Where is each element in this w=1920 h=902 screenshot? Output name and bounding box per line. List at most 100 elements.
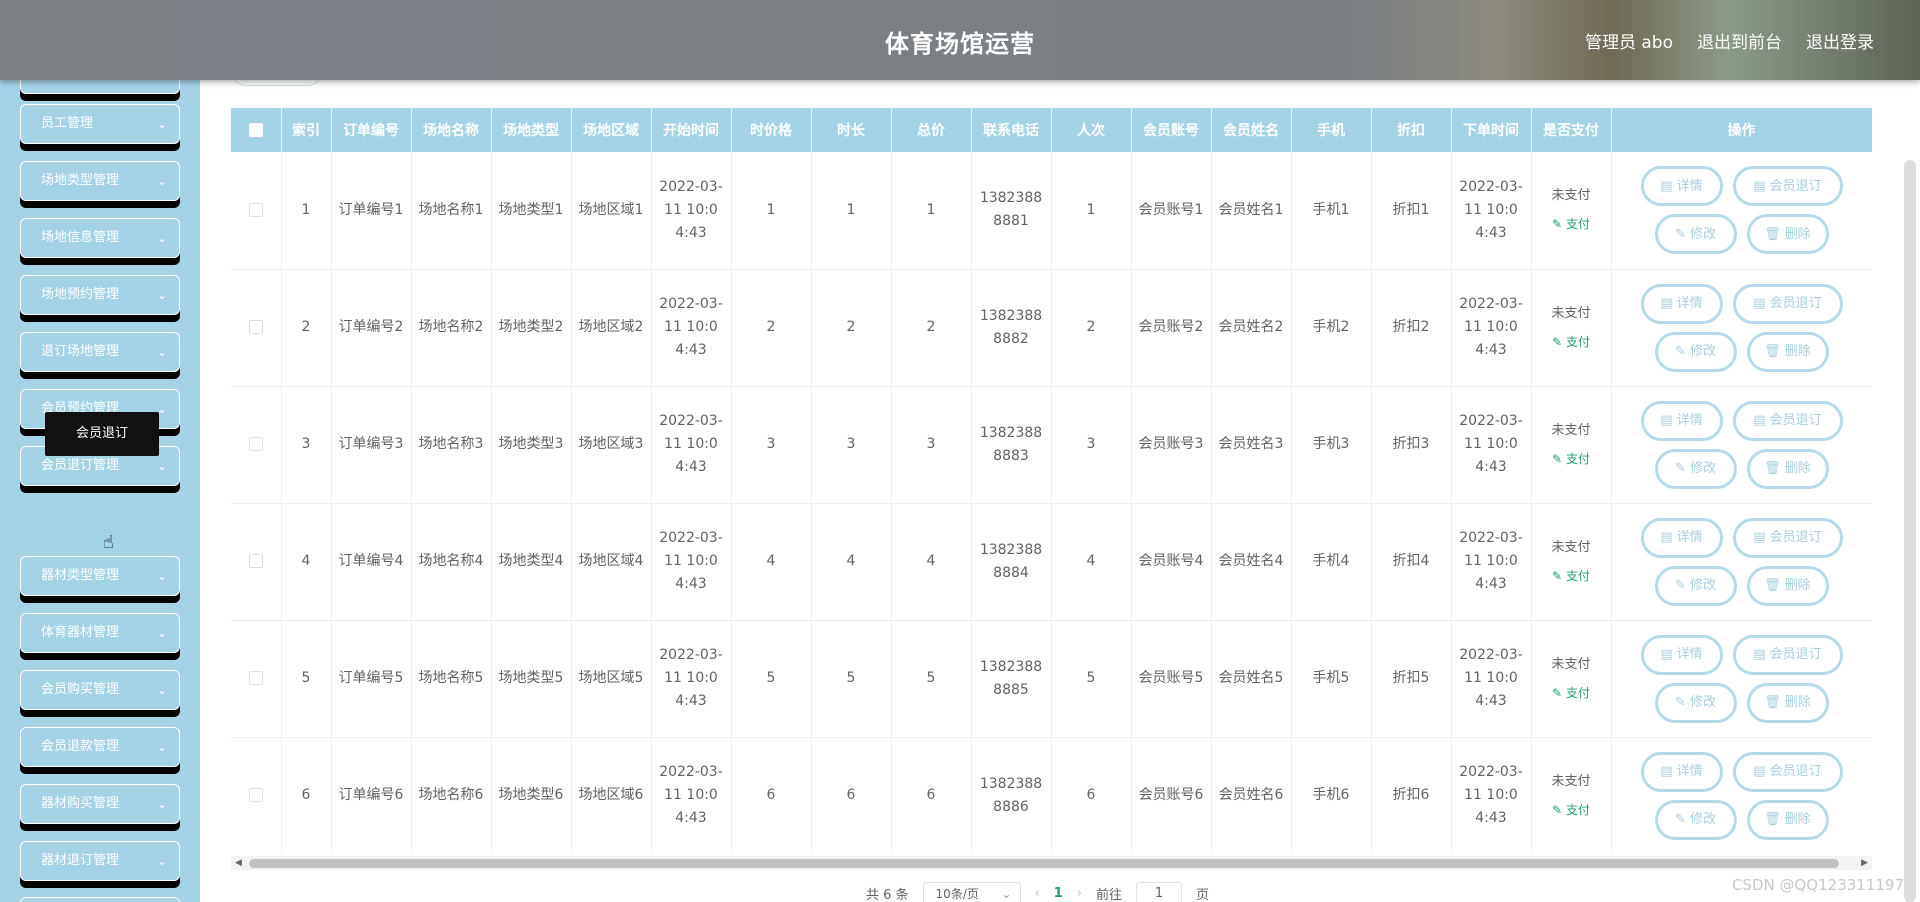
chevron-down-icon: ⌄ [156, 797, 167, 811]
sidebar-item[interactable]: 器材退订管理 ⌄ [20, 841, 180, 881]
detail-icon: ▤ [1660, 647, 1673, 662]
pay-status: 未支付 [1551, 188, 1591, 204]
cell-mobile: 手机4 [1291, 503, 1372, 621]
scroll-left-icon[interactable]: ◀ [235, 856, 242, 870]
sidebar-item[interactable]: 退订场地管理 ⌄ [20, 332, 180, 372]
delete-button-label: 删除 [1784, 695, 1811, 710]
pay-link[interactable]: ✎ 支付 [1552, 448, 1590, 471]
row-checkbox[interactable] [248, 671, 263, 685]
pay-link[interactable]: ✎ 支付 [1552, 213, 1590, 236]
total-count: 共 6 条 [866, 887, 909, 902]
delete-button[interactable]: 🗑 删除 [1746, 214, 1829, 255]
member-cancel-button[interactable]: ▤ 会员退订 [1732, 283, 1843, 324]
sidebar-item-partial[interactable] [20, 897, 180, 902]
pay-link[interactable]: ✎ 支付 [1552, 682, 1590, 705]
cell-name: 场地名称4 [411, 503, 492, 621]
cell-start: 2022-03-11 10:04:43 [651, 503, 732, 621]
data-table: 索引 订单编号 场地名称 场地类型 场地区域 开始时间 时价格 时长 总价 联系电话 人次 会员账号会… [231, 108, 1872, 853]
member-cancel-button[interactable]: ▤ 会员退订 [1732, 517, 1843, 558]
sidebar-item-label: 场地类型管理 [41, 173, 120, 188]
next-page-icon[interactable]: › [1077, 886, 1082, 901]
pay-link[interactable]: ✎ 支付 [1552, 565, 1590, 588]
member-cancel-button[interactable]: ▤ 会员退订 [1732, 400, 1843, 441]
goto-page-input[interactable]: 1 [1136, 882, 1183, 902]
scroll-right-icon[interactable]: ▶ [1861, 856, 1868, 870]
sidebar-item[interactable]: 场地类型管理 ⌄ [20, 161, 180, 201]
pagination: 共 6 条 10条/页 ⌄ ‹ 1 › 前往 1 页 [866, 882, 1209, 902]
delete-button[interactable]: 🗑 删除 [1746, 682, 1829, 723]
edit-button[interactable]: ✎ 修改 [1654, 682, 1737, 723]
pay-link[interactable]: ✎ 支付 [1552, 331, 1590, 354]
sidebar-item[interactable]: 会员退款管理 ⌄ [20, 727, 180, 767]
sidebar-item[interactable]: 器材类型管理 ⌄ [20, 556, 180, 596]
page-size-select[interactable]: 10条/页 ⌄ [922, 882, 1021, 902]
prev-page-icon[interactable]: ‹ [1035, 886, 1040, 901]
row-checkbox[interactable] [248, 437, 263, 451]
logout-link[interactable]: 退出登录 [1806, 28, 1874, 53]
cell-acct: 会员账号4 [1131, 503, 1212, 621]
edit-button[interactable]: ✎ 修改 [1654, 331, 1737, 372]
cell-acct: 会员账号3 [1131, 386, 1212, 504]
detail-button[interactable]: ▤ 详情 [1640, 517, 1723, 558]
member-cancel-button[interactable]: ▤ 会员退订 [1732, 751, 1843, 792]
exit-to-front-link[interactable]: 退出到前台 [1697, 28, 1782, 53]
detail-icon: ▤ [1660, 178, 1673, 194]
member-cancel-button-label: 会员退订 [1769, 764, 1822, 779]
sidebar-item-hidden[interactable] [20, 80, 180, 94]
sidebar-item-label: 器材退订管理 [41, 853, 120, 868]
row-checkbox[interactable] [248, 788, 263, 802]
cell-mobile: 手机3 [1291, 386, 1372, 504]
member-cancel-button[interactable]: ▤ 会员退订 [1732, 634, 1843, 675]
edit-button[interactable]: ✎ 修改 [1654, 565, 1737, 606]
scrollbar-thumb[interactable] [249, 859, 1839, 868]
cell-mname: 会员姓名1 [1211, 152, 1292, 270]
detail-button-label: 详情 [1676, 296, 1703, 311]
edit-button[interactable]: ✎ 修改 [1654, 799, 1737, 840]
delete-button[interactable]: 🗑 删除 [1746, 331, 1829, 372]
cell-disc: 折扣1 [1371, 152, 1452, 270]
cell-order: 订单编号6 [331, 737, 412, 853]
sidebar-item[interactable]: 体育器材管理 ⌄ [20, 613, 180, 653]
current-page[interactable]: 1 [1054, 886, 1063, 901]
vertical-scrollbar[interactable] [1904, 160, 1916, 902]
sidebar-item[interactable]: 器材购买管理 ⌄ [20, 784, 180, 824]
edit-button-label: 修改 [1689, 812, 1716, 827]
member-cancel-button[interactable]: ▤ 会员退订 [1732, 166, 1843, 207]
edit-button[interactable]: ✎ 修改 [1654, 448, 1737, 489]
sidebar-item-label: 会员退订管理 [41, 458, 120, 473]
row-checkbox[interactable] [248, 320, 263, 334]
admin-user-label[interactable]: 管理员 abo [1585, 28, 1673, 53]
cell-price: 6 [731, 737, 812, 853]
pay-link[interactable]: ✎ 支付 [1552, 799, 1590, 822]
edit-button[interactable]: ✎ 修改 [1654, 214, 1737, 255]
cell-start: 2022-03-11 10:04:43 [651, 269, 732, 387]
row-select-cell [231, 620, 282, 738]
row-checkbox[interactable] [248, 202, 263, 217]
detail-button[interactable]: ▤ 详情 [1640, 283, 1723, 324]
horizontal-scrollbar[interactable]: ◀ ▶ [231, 856, 1872, 870]
sidebar-item[interactable]: 会员购买管理 ⌄ [20, 670, 180, 710]
sidebar-item[interactable]: 场地信息管理 ⌄ [20, 218, 180, 258]
delete-button-label: 删除 [1784, 344, 1811, 359]
row-checkbox[interactable] [248, 554, 263, 568]
detail-button[interactable]: ▤ 详情 [1640, 166, 1723, 207]
cell-mobile: 手机1 [1291, 152, 1372, 270]
detail-button[interactable]: ▤ 详情 [1640, 634, 1723, 675]
column-header: 下单时间 [1451, 108, 1532, 152]
cell-total: 3 [891, 386, 972, 504]
cell-disc: 折扣3 [1371, 386, 1452, 504]
delete-icon: 🗑 [1764, 461, 1781, 476]
cell-price: 2 [731, 269, 812, 387]
delete-button[interactable]: 🗑 删除 [1746, 799, 1829, 840]
sidebar-item[interactable]: 场地预约管理 ⌄ [20, 275, 180, 315]
submenu-member-cancel[interactable]: 会员退订 [45, 412, 159, 456]
cell-paid: 未支付 ✎ 支付 [1531, 737, 1612, 853]
cell-mname: 会员姓名3 [1211, 386, 1292, 504]
cell-acct: 会员账号5 [1131, 620, 1212, 738]
select-all-checkbox[interactable] [248, 123, 263, 137]
delete-button[interactable]: 🗑 删除 [1746, 448, 1829, 489]
detail-button[interactable]: ▤ 详情 [1640, 751, 1723, 792]
sidebar-item[interactable]: 员工管理 ⌄ [20, 104, 180, 144]
detail-button[interactable]: ▤ 详情 [1640, 400, 1723, 441]
delete-button[interactable]: 🗑 删除 [1746, 565, 1829, 606]
